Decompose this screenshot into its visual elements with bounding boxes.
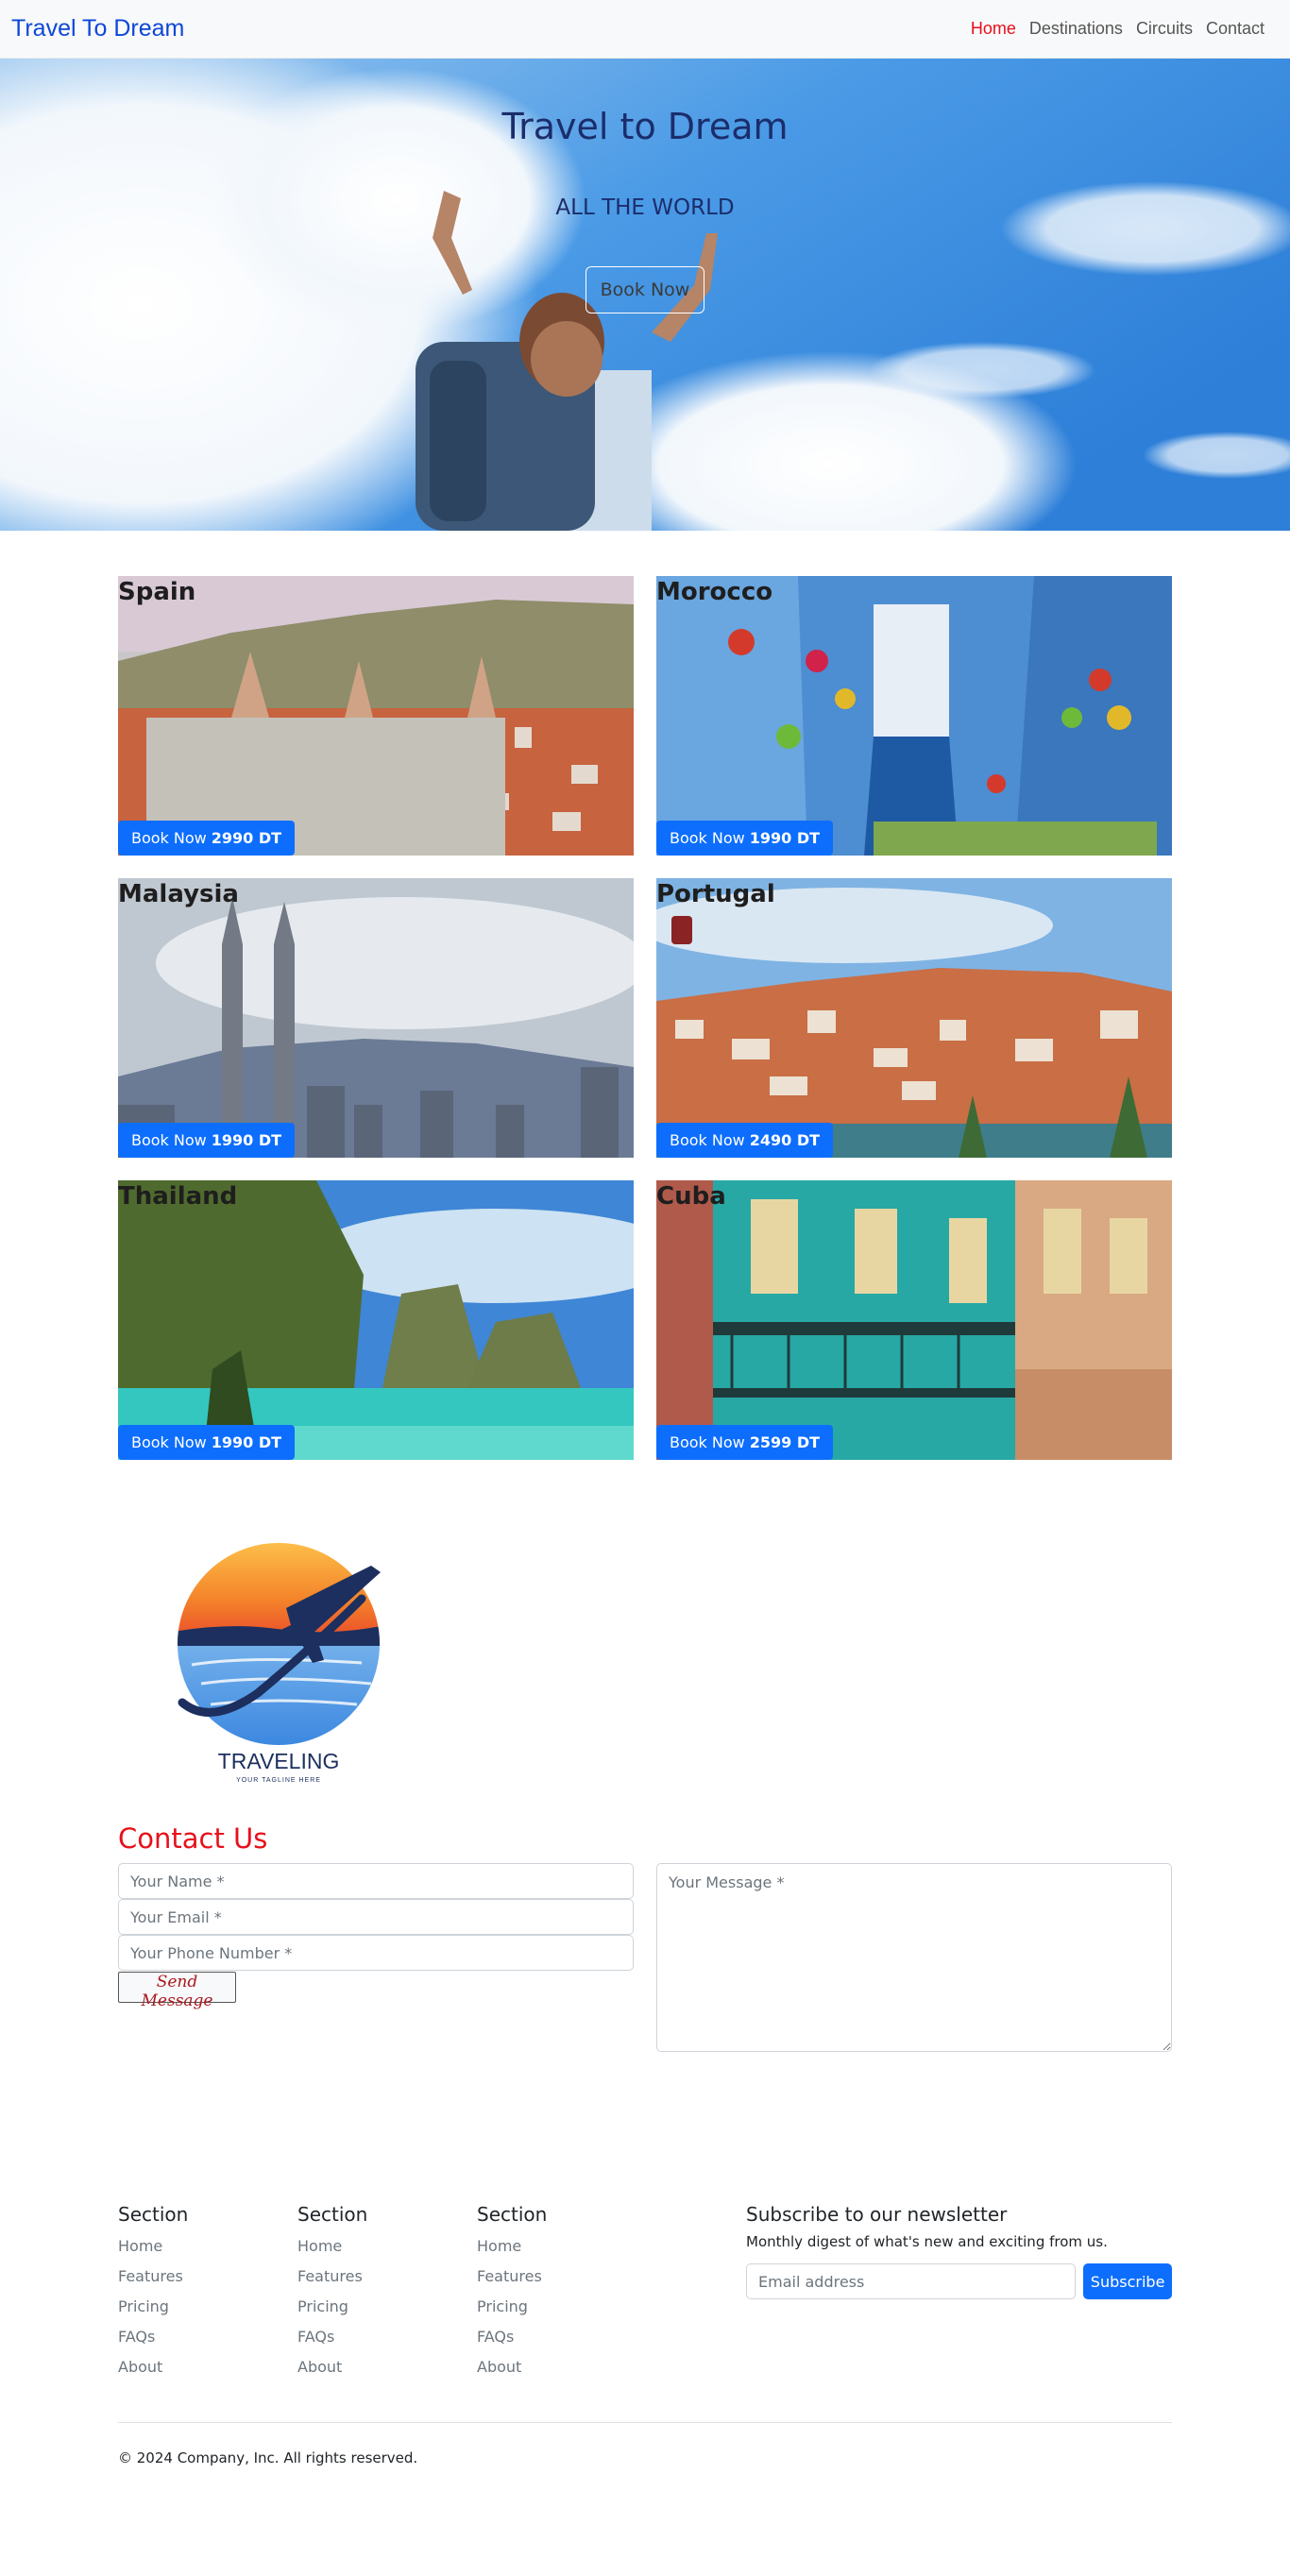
footer-link-features[interactable]: Features xyxy=(477,2267,637,2297)
destination-image xyxy=(118,576,634,856)
book-now-button[interactable]: Book Now 1990 DT xyxy=(118,1123,296,1158)
hero-title: Travel to Dream xyxy=(501,106,789,147)
footer-link-features[interactable]: Features xyxy=(297,2267,458,2297)
traveling-logo: TRAVELING YOUR TAGLINE HERE xyxy=(178,1543,381,1784)
nav-link-circuits[interactable]: Circuits xyxy=(1129,19,1199,39)
book-label: Book Now xyxy=(131,829,207,847)
hero-subtitle: ALL THE WORLD xyxy=(555,195,735,220)
destination-image xyxy=(656,1180,1172,1460)
navbar: Travel To Dream Home Destinations Circui… xyxy=(0,0,1290,59)
destination-image xyxy=(118,1180,634,1460)
destination-title: Cuba xyxy=(656,1182,726,1211)
footer-link-about[interactable]: About xyxy=(297,2358,458,2388)
phone-field[interactable] xyxy=(118,1935,634,1971)
destination-card-portugal: Portugal Book Now 2490 DT xyxy=(656,878,1172,1158)
newsletter-email-input[interactable] xyxy=(746,2263,1077,2299)
footer-column: Section Home Features Pricing FAQs About xyxy=(297,2203,458,2388)
destination-image xyxy=(656,576,1172,856)
book-now-button[interactable]: Book Now 2990 DT xyxy=(118,821,296,856)
footer-link-home[interactable]: Home xyxy=(477,2237,637,2267)
book-label: Book Now xyxy=(670,829,745,847)
destination-title: Malaysia xyxy=(118,880,239,908)
footer-link-faqs[interactable]: FAQs xyxy=(297,2328,458,2358)
newsletter: Subscribe to our newsletter Monthly dige… xyxy=(746,2203,1172,2299)
book-now-button[interactable]: Book Now 1990 DT xyxy=(118,1425,296,1460)
footer-link-features[interactable]: Features xyxy=(118,2267,279,2297)
nav-link-contact[interactable]: Contact xyxy=(1199,19,1271,39)
footer-divider xyxy=(118,2422,1172,2423)
footer-link-faqs[interactable]: FAQs xyxy=(118,2328,279,2358)
destination-image xyxy=(118,878,634,1158)
footer-column: Section Home Features Pricing FAQs About xyxy=(477,2203,637,2388)
footer-column: Section Home Features Pricing FAQs About xyxy=(118,2203,279,2388)
footer-heading: Section xyxy=(297,2203,368,2226)
price: 2490 DT xyxy=(749,1131,821,1149)
price: 1990 DT xyxy=(749,829,821,847)
price: 1990 DT xyxy=(211,1131,282,1149)
brand-link[interactable]: Travel To Dream xyxy=(11,15,184,42)
footer-link-faqs[interactable]: FAQs xyxy=(477,2328,637,2358)
footer-heading: Section xyxy=(477,2203,548,2226)
price: 2599 DT xyxy=(749,1433,821,1451)
book-label: Book Now xyxy=(670,1433,745,1451)
contact-title: Contact Us xyxy=(118,1822,268,1855)
book-now-button[interactable]: Book Now 1990 DT xyxy=(656,821,834,856)
destination-card-cuba: Cuba Book Now 2599 DT xyxy=(656,1180,1172,1460)
footer-link-pricing[interactable]: Pricing xyxy=(477,2297,637,2328)
footer-link-about[interactable]: About xyxy=(118,2358,279,2388)
destination-card-spain: Spain Book Now 2990 DT xyxy=(118,576,634,856)
footer-link-pricing[interactable]: Pricing xyxy=(118,2297,279,2328)
price: 1990 DT xyxy=(211,1433,282,1451)
name-field[interactable] xyxy=(118,1863,634,1899)
newsletter-title: Subscribe to our newsletter xyxy=(746,2203,1008,2226)
destination-card-thailand: Thailand Book Now 1990 DT xyxy=(118,1180,634,1460)
subscribe-button[interactable]: Subscribe xyxy=(1083,2263,1172,2299)
newsletter-form: Subscribe xyxy=(746,2263,1172,2299)
book-label: Book Now xyxy=(670,1131,745,1149)
nav-link-destinations[interactable]: Destinations xyxy=(1023,19,1129,39)
book-now-button[interactable]: Book Now 2490 DT xyxy=(656,1123,834,1158)
destination-card-morocco: Morocco Book Now 1990 DT xyxy=(656,576,1172,856)
message-field[interactable] xyxy=(656,1863,1172,2052)
book-label: Book Now xyxy=(131,1131,207,1149)
price: 2990 DT xyxy=(211,829,282,847)
footer-link-about[interactable]: About xyxy=(477,2358,637,2388)
destination-card-malaysia: Malaysia Book Now 1990 DT xyxy=(118,878,634,1158)
send-message-button[interactable]: Send Message xyxy=(118,1972,236,2010)
book-now-button[interactable]: Book Now 2599 DT xyxy=(656,1425,834,1460)
hero-book-now-button[interactable]: Book Now xyxy=(586,266,704,314)
copyright: © 2024 Company, Inc. All rights reserved… xyxy=(118,2449,418,2466)
footer-link-home[interactable]: Home xyxy=(297,2237,458,2267)
destination-title: Thailand xyxy=(118,1182,238,1211)
newsletter-text: Monthly digest of what's new and excitin… xyxy=(746,2233,1108,2250)
footer-heading: Section xyxy=(118,2203,189,2226)
footer-link-pricing[interactable]: Pricing xyxy=(297,2297,458,2328)
email-field[interactable] xyxy=(118,1899,634,1935)
logo-tagline: YOUR TAGLINE HERE xyxy=(236,1777,321,1784)
book-label: Book Now xyxy=(131,1433,207,1451)
hero-section: Travel to Dream ALL THE WORLD Book Now xyxy=(0,59,1290,531)
logo-text: TRAVELING xyxy=(218,1749,340,1773)
destination-image xyxy=(656,878,1172,1158)
destination-title: Portugal xyxy=(656,880,775,908)
destination-title: Morocco xyxy=(656,578,773,606)
nav-link-home[interactable]: Home xyxy=(964,19,1023,39)
nav-links: Home Destinations Circuits Contact xyxy=(964,19,1271,39)
destination-title: Spain xyxy=(118,578,196,606)
footer-link-home[interactable]: Home xyxy=(118,2237,279,2267)
